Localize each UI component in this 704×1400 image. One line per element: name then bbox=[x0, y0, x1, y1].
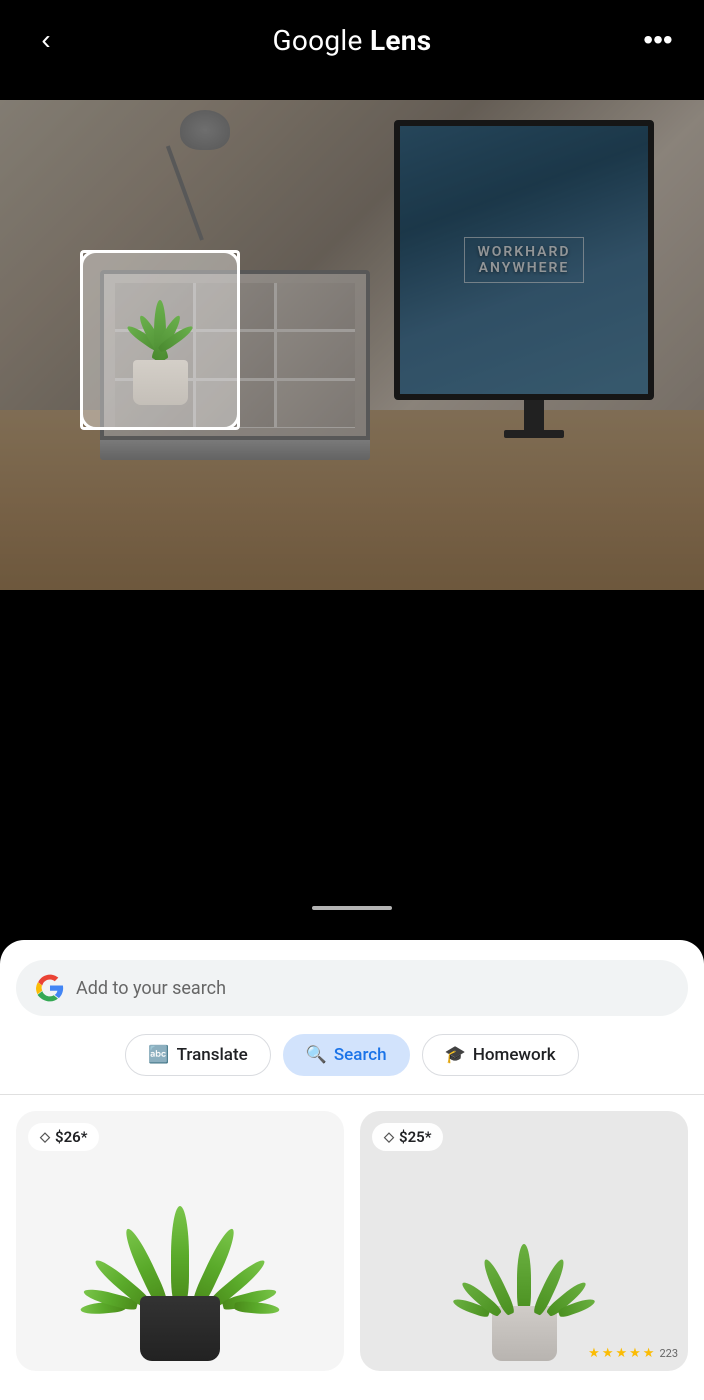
star-5: ★ bbox=[643, 1346, 655, 1361]
plant-container-2 bbox=[484, 1244, 564, 1361]
title-regular: Google bbox=[273, 24, 370, 57]
price-tag-1: ◇ $26* bbox=[28, 1123, 99, 1151]
star-2: ★ bbox=[602, 1346, 614, 1361]
corner-tl bbox=[80, 250, 100, 270]
camera-image: WORKHARD ANYWHERE bbox=[0, 100, 704, 590]
monitor-line2: ANYWHERE bbox=[479, 260, 570, 276]
laptop-cell bbox=[277, 283, 355, 329]
header: ‹ Google Lens ••• bbox=[0, 0, 704, 80]
plant-selection-box[interactable] bbox=[80, 250, 240, 430]
selected-plant bbox=[115, 275, 205, 405]
monitor: WORKHARD ANYWHERE bbox=[394, 120, 674, 440]
title-bold: Lens bbox=[370, 24, 432, 57]
plant-container-1 bbox=[120, 1206, 240, 1361]
leaf bbox=[517, 1244, 531, 1314]
tag-icon-1: ◇ bbox=[40, 1130, 50, 1145]
lamp-head bbox=[180, 110, 230, 150]
reviews-count: 223 bbox=[659, 1347, 678, 1360]
monitor-line1: WORKHARD bbox=[477, 244, 570, 260]
laptop-cell bbox=[277, 332, 355, 378]
star-1: ★ bbox=[588, 1346, 600, 1361]
price-2: $25* bbox=[399, 1128, 431, 1146]
camera-view: WORKHARD ANYWHERE bbox=[0, 0, 704, 940]
pill-homework[interactable]: 🎓 Homework bbox=[422, 1034, 579, 1076]
search-placeholder: Add to your search bbox=[76, 978, 226, 999]
search-bar[interactable]: Add to your search bbox=[16, 960, 688, 1016]
pill-search-label: Search bbox=[334, 1045, 387, 1065]
corner-tr bbox=[220, 250, 240, 270]
translate-icon: 🔤 bbox=[148, 1045, 169, 1065]
pill-translate-label: Translate bbox=[177, 1045, 248, 1065]
filter-pills: 🔤 Translate 🔍 Search 🎓 Homework bbox=[0, 1016, 704, 1076]
product-grid: ◇ $26* bbox=[0, 1095, 704, 1387]
plant-leaves-2 bbox=[484, 1244, 564, 1314]
pot-1 bbox=[140, 1296, 220, 1361]
laptop-cell bbox=[277, 381, 355, 427]
stars-row-2: ★ ★ ★ ★ ★ 223 bbox=[588, 1346, 678, 1361]
pill-homework-label: Homework bbox=[473, 1045, 556, 1065]
pill-search[interactable]: 🔍 Search bbox=[283, 1034, 410, 1076]
leaf bbox=[171, 1206, 189, 1306]
lamp-arm bbox=[166, 145, 204, 240]
corner-bl bbox=[80, 410, 100, 430]
plant-pot bbox=[133, 360, 188, 405]
pill-translate[interactable]: 🔤 Translate bbox=[125, 1034, 270, 1076]
plant-leaves-1 bbox=[120, 1206, 240, 1306]
monitor-screen: WORKHARD ANYWHERE bbox=[394, 120, 654, 400]
monitor-base bbox=[504, 430, 564, 438]
homework-icon: 🎓 bbox=[445, 1045, 466, 1065]
google-logo bbox=[36, 974, 64, 1002]
star-3: ★ bbox=[615, 1346, 627, 1361]
plant-leaves bbox=[135, 300, 185, 365]
corner-br bbox=[220, 410, 240, 430]
product-card-2[interactable]: ◇ $25* ★ bbox=[360, 1111, 688, 1371]
monitor-text: WORKHARD ANYWHERE bbox=[464, 237, 583, 283]
app-title: Google Lens bbox=[273, 24, 432, 57]
desk-lamp bbox=[160, 110, 240, 270]
more-button[interactable]: ••• bbox=[636, 18, 680, 62]
product-card-1[interactable]: ◇ $26* bbox=[16, 1111, 344, 1371]
price-tag-2: ◇ $25* bbox=[372, 1123, 443, 1151]
scroll-indicator bbox=[312, 906, 392, 910]
monitor-stand bbox=[524, 400, 544, 430]
bottom-panel: Add to your search 🔤 Translate 🔍 Search … bbox=[0, 940, 704, 1400]
pot-2 bbox=[492, 1306, 557, 1361]
laptop-keyboard bbox=[100, 440, 370, 460]
back-button[interactable]: ‹ bbox=[24, 18, 68, 62]
tag-icon-2: ◇ bbox=[384, 1130, 394, 1145]
price-1: $26* bbox=[55, 1128, 87, 1146]
star-4: ★ bbox=[629, 1346, 641, 1361]
search-icon: 🔍 bbox=[306, 1045, 327, 1065]
leaf bbox=[234, 1301, 280, 1316]
